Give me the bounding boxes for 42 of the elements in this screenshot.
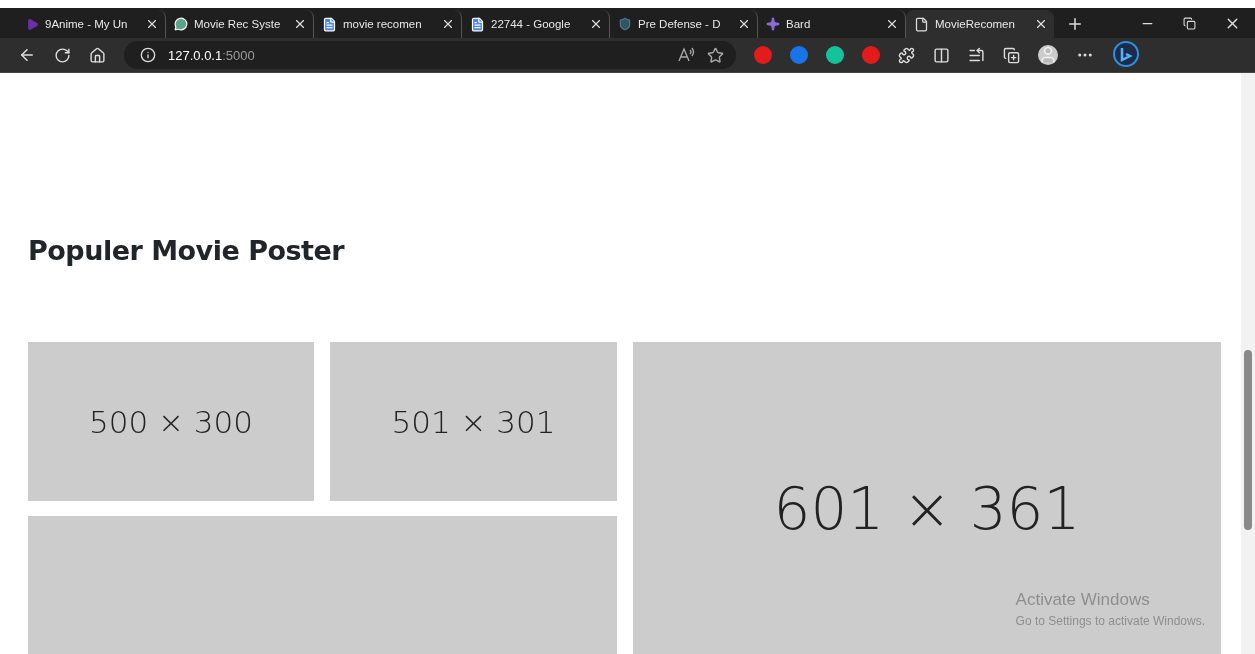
close-icon[interactable]: [293, 17, 307, 31]
split-screen-icon[interactable]: [933, 46, 950, 64]
section-heading: Populer Movie Poster: [28, 235, 346, 266]
reload-icon[interactable]: [54, 46, 71, 64]
home-icon[interactable]: [89, 46, 106, 64]
back-icon[interactable]: [18, 46, 36, 64]
close-icon[interactable]: [1034, 17, 1048, 31]
page-icon: [914, 16, 929, 32]
info-icon[interactable]: [140, 47, 156, 63]
restore-icon[interactable]: [1183, 16, 1196, 30]
close-icon[interactable]: [589, 17, 603, 31]
activation-title: Activate Windows: [1015, 590, 1151, 610]
dimension-label: 501 × 301: [391, 403, 556, 440]
dimension-label: 601 × 361: [773, 475, 1081, 543]
extension-icon[interactable]: [754, 46, 772, 64]
scrollbar[interactable]: [1241, 73, 1255, 654]
close-icon[interactable]: [737, 17, 751, 31]
read-aloud-icon[interactable]: [677, 47, 695, 63]
address-bar[interactable]: 127.0.0.1:5000: [124, 41, 736, 69]
chat-icon: [174, 17, 188, 31]
chat-bubble-icon[interactable]: [1112, 41, 1140, 69]
favorite-icon[interactable]: [707, 46, 724, 64]
collections-icon[interactable]: [1003, 46, 1020, 64]
extensions-icon[interactable]: [898, 46, 915, 64]
extension-icon[interactable]: [790, 46, 808, 64]
sparkle-icon: [766, 17, 780, 31]
document-icon: [470, 16, 485, 32]
play-icon: [26, 17, 39, 31]
close-icon[interactable]: [145, 17, 159, 31]
document-icon: [322, 16, 337, 32]
extension-icon[interactable]: [862, 46, 880, 64]
close-icon[interactable]: [885, 17, 899, 31]
favorites-icon[interactable]: [968, 46, 985, 64]
url-text: 127.0.0.1:5000: [168, 47, 256, 63]
browser-tab[interactable]: MovieRecomen: [906, 10, 1054, 38]
profile-icon[interactable]: [1038, 45, 1058, 65]
dimension-label: 500 × 300: [89, 403, 253, 440]
crest-icon: [618, 17, 632, 31]
new-tab-icon[interactable]: [1066, 15, 1084, 33]
extension-icon[interactable]: [826, 46, 844, 64]
close-icon[interactable]: [441, 17, 455, 31]
activation-subtitle: Go to Settings to activate Windows.: [1015, 614, 1205, 628]
